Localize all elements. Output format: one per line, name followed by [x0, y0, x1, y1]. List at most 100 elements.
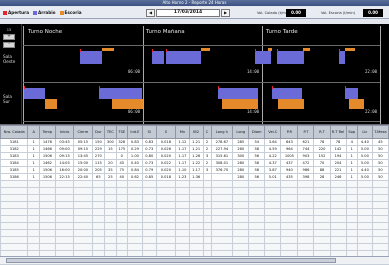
table-cell[interactable]: 227.94 — [210, 145, 234, 153]
column-header[interactable]: TSE — [115, 125, 129, 139]
table-cell[interactable]: 204 — [329, 159, 347, 167]
table-cell[interactable]: 45 — [115, 159, 129, 167]
table-cell[interactable]: 280 — [232, 173, 250, 181]
table-cell[interactable]: 437 — [280, 159, 299, 167]
scrollbar-thumb[interactable] — [6, 258, 336, 263]
column-header[interactable]: IB2 — [188, 125, 204, 139]
table-cell[interactable] — [210, 173, 234, 181]
table-cell[interactable]: 643 — [280, 138, 299, 146]
table-cell[interactable]: 50 — [371, 173, 389, 181]
table-cell[interactable]: 16:00 — [54, 166, 75, 174]
table-cell[interactable]: 2 — [202, 159, 212, 167]
table-cell[interactable]: 09:00 — [54, 145, 75, 153]
column-header[interactable]: T.Mesa — [371, 125, 389, 139]
arrabio-bar[interactable] — [255, 51, 271, 64]
arrabio-bar[interactable] — [166, 51, 201, 64]
table-cell[interactable]: 1 — [345, 173, 358, 181]
table-cell[interactable]: 5.00 — [356, 173, 373, 181]
table-cell[interactable]: 150 — [91, 138, 106, 146]
table-cell[interactable]: 58 — [248, 145, 266, 153]
table-cell[interactable]: 88 — [313, 166, 331, 174]
table-cell[interactable]: 0.026 — [155, 145, 177, 153]
table-cell[interactable]: 1 — [27, 138, 40, 146]
escoria-bar[interactable] — [45, 99, 57, 109]
table-cell[interactable]: 1 — [345, 145, 358, 153]
table-row[interactable]: 3183 1 1506 09:15 13:45 270 0 1.00 0.80 0.020 1.17… — [0, 152, 389, 160]
table-cell[interactable]: 220 — [313, 145, 331, 153]
table-cell[interactable]: 376.70 — [210, 166, 234, 174]
arrabio-bar[interactable] — [218, 88, 258, 99]
arrabio-bar[interactable] — [345, 88, 358, 99]
table-cell[interactable]: 50 — [371, 145, 389, 153]
table-row[interactable]: 3185 1 1506 16:00 20:00 205 35 75 0.84 0.79 0.020 1… — [0, 166, 389, 174]
column-header[interactable]: Sop — [345, 125, 358, 139]
table-cell[interactable]: 22:40 — [73, 173, 93, 181]
table-row[interactable]: 3181 1 1476 03:45 05:15 150 300 328 0.83 0.83 0.01… — [0, 138, 389, 146]
column-header[interactable]: Long h — [210, 125, 234, 139]
table-cell[interactable]: 4.37 — [264, 159, 282, 167]
table-cell[interactable]: 0.73 — [141, 159, 157, 167]
table-cell[interactable]: 1 — [27, 173, 40, 181]
column-header[interactable]: R.T — [313, 125, 331, 139]
table-cell[interactable]: 2 — [202, 138, 212, 146]
table-cell[interactable]: 308.01 — [210, 159, 234, 167]
table-cell[interactable]: 205 — [91, 166, 106, 174]
table-cell[interactable]: 115 — [91, 159, 106, 167]
table-cell[interactable]: 1005 — [280, 152, 299, 160]
arrabio-bar[interactable] — [152, 51, 164, 64]
table-cell[interactable]: 280 — [232, 166, 250, 174]
table-cell[interactable]: 0.018 — [155, 173, 177, 181]
table-cell[interactable]: 621 — [297, 138, 315, 146]
column-header[interactable]: TEC — [104, 125, 117, 139]
table-cell[interactable]: 4.59 — [264, 145, 282, 153]
column-header[interactable]: C — [202, 125, 212, 139]
table-cell[interactable]: 20 — [104, 159, 117, 167]
table-cell[interactable]: 1.17 — [175, 152, 190, 160]
table-cell[interactable]: 229 — [91, 145, 106, 153]
table-cell[interactable]: 0.020 — [155, 152, 177, 160]
table-cell[interactable]: 142 — [329, 145, 347, 153]
table-cell[interactable]: 1.36 — [188, 173, 204, 181]
table-cell[interactable]: 5.00 — [356, 159, 373, 167]
column-header[interactable]: P.R — [280, 125, 299, 139]
table-cell[interactable]: 05:15 — [73, 138, 93, 146]
escoria-bar[interactable] — [112, 99, 143, 109]
table-cell[interactable]: 1 — [27, 145, 40, 153]
column-header[interactable]: Lic — [356, 125, 373, 139]
table-cell[interactable]: 28 — [313, 173, 331, 181]
table-cell[interactable]: 65 — [91, 173, 106, 181]
table-cell[interactable]: 0.022 — [155, 159, 177, 167]
table-cell[interactable]: 4.40 — [356, 138, 373, 146]
table-cell[interactable]: 4 — [345, 138, 358, 146]
zoom-in-button[interactable]: + — [3, 34, 15, 40]
table-cell[interactable]: 278.67 — [210, 138, 234, 146]
table-cell[interactable]: 3 — [202, 152, 212, 160]
table-cell[interactable]: 300 — [104, 138, 117, 146]
escoria-bar[interactable] — [303, 48, 310, 51]
table-cell[interactable]: 1462 — [38, 159, 56, 167]
table-cell[interactable]: 3181 — [0, 138, 29, 146]
prev-date-button[interactable]: ◀ — [146, 9, 155, 17]
table-cell[interactable]: 246 — [329, 173, 347, 181]
table-cell[interactable]: 45 — [371, 138, 389, 146]
table-cell[interactable]: 50 — [371, 159, 389, 167]
table-cell[interactable]: 315.61 — [210, 152, 234, 160]
table-cell[interactable]: 1 — [345, 152, 358, 160]
table-cell[interactable]: 58 — [248, 166, 266, 174]
table-cell[interactable]: 152 — [313, 152, 331, 160]
escoria-bar[interactable] — [222, 99, 258, 109]
table-cell[interactable]: 1.12 — [175, 138, 190, 146]
table-cell[interactable]: 1466 — [38, 145, 56, 153]
escoria-bar[interactable] — [345, 48, 355, 51]
zoom-out-button[interactable]: - — [3, 42, 15, 48]
table-cell[interactable]: 35 — [104, 166, 117, 174]
table-cell[interactable]: 285 — [232, 138, 250, 146]
table-cell[interactable]: 1.22 — [188, 159, 204, 167]
column-header[interactable]: Diam — [248, 125, 266, 139]
table-cell[interactable]: 70 — [313, 159, 331, 167]
table-cell[interactable]: 56 — [248, 152, 266, 160]
table-cell[interactable]: 3186 — [0, 173, 29, 181]
table-row[interactable]: 3182 1 1466 09:00 09:15 229 15 175 0.29 0.73 0.026… — [0, 145, 389, 153]
table-cell[interactable]: 13:45 — [73, 152, 93, 160]
table-cell[interactable]: 2 — [202, 145, 212, 153]
